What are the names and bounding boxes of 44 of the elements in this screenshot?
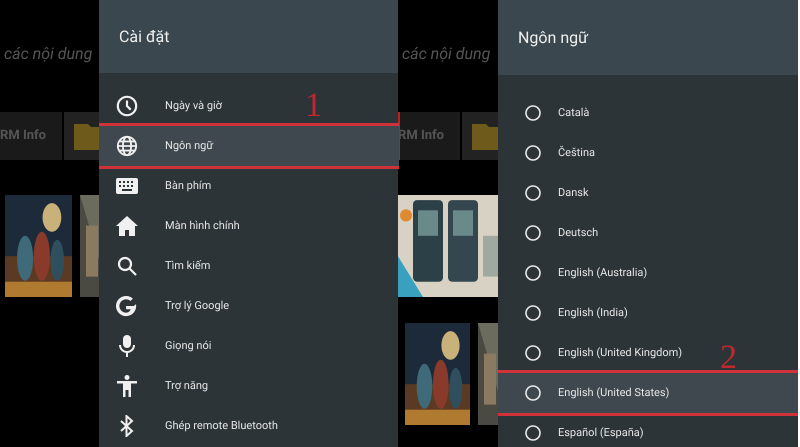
item-label: Ghép remote Bluetooth xyxy=(165,418,278,434)
item-label: Ngôn ngữ xyxy=(165,138,214,154)
background-caption: các nội dung xyxy=(402,43,490,65)
globe-icon xyxy=(116,135,138,157)
clock-icon xyxy=(116,95,138,117)
panel-title: Ngôn ngữ xyxy=(518,26,588,48)
menu-item[interactable]: Ngôn ngữ xyxy=(99,126,399,166)
g-logo-icon xyxy=(116,295,138,317)
item-label: English (United Kingdom) xyxy=(558,344,682,361)
item-label: Giọng nói xyxy=(165,338,212,354)
step-number: 1 xyxy=(305,89,322,123)
radio-button[interactable] xyxy=(525,425,541,441)
home-icon xyxy=(116,216,138,236)
item-label: Màn hình chính xyxy=(165,218,240,234)
bluetooth-icon xyxy=(120,415,134,437)
item-label: English (United States) xyxy=(558,384,670,401)
item-label: English (India) xyxy=(558,304,628,321)
item-label: Català xyxy=(558,104,590,121)
item-label: English (Australia) xyxy=(558,264,648,281)
radio-button[interactable] xyxy=(525,105,541,121)
radio-button[interactable] xyxy=(525,265,541,281)
item-label: Trợ lý Google xyxy=(165,298,230,314)
item-label: Čeština xyxy=(558,144,596,161)
microphone-icon xyxy=(119,335,135,357)
item-label: Trợ năng xyxy=(165,378,208,394)
item-label: Dansk xyxy=(558,184,589,201)
radio-button[interactable] xyxy=(525,305,541,321)
item-label: Deutsch xyxy=(558,224,598,241)
step-number: 2 xyxy=(720,341,737,375)
item-label: Ngày và giờ xyxy=(165,98,222,114)
radio-button[interactable] xyxy=(525,385,541,401)
item-label: Tìm kiếm xyxy=(165,258,210,274)
radio-button[interactable] xyxy=(525,345,541,361)
radio-button[interactable] xyxy=(525,145,541,161)
panel-title: Cài đặt xyxy=(119,26,170,48)
radio-button[interactable] xyxy=(525,185,541,201)
background-caption: các nội dung xyxy=(4,43,92,65)
keyboard-icon xyxy=(116,178,138,194)
radio-button[interactable] xyxy=(525,225,541,241)
language-option[interactable]: English (United States) xyxy=(498,373,798,413)
item-label: Bàn phím xyxy=(165,178,212,194)
accessibility-icon xyxy=(117,375,137,397)
item-label: Español (España) xyxy=(558,424,644,441)
search-icon xyxy=(117,256,137,276)
